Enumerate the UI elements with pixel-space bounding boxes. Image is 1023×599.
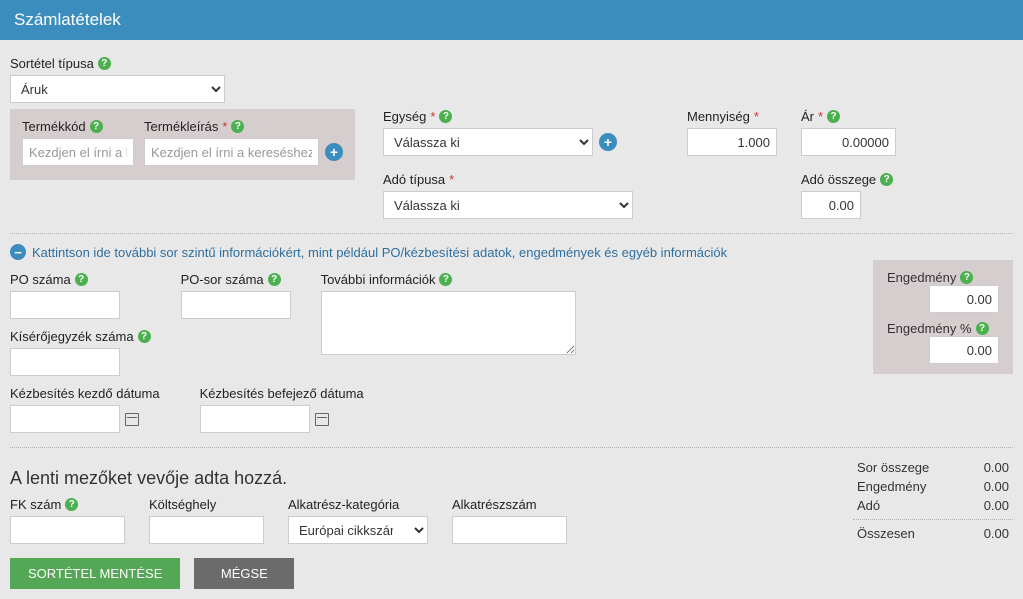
- delivery-end-label: Kézbesítés befejező dátuma: [200, 386, 364, 401]
- line-type-field: Sortétel típusa Áruk: [10, 56, 1013, 103]
- delivery-end-input[interactable]: [200, 405, 310, 433]
- tax-total-label: Adó: [857, 498, 880, 513]
- product-block: Termékkód Termékleírás*: [10, 109, 355, 180]
- delivery-start-input[interactable]: [10, 405, 120, 433]
- dispatch-label: Kísérőjegyzék száma: [10, 329, 134, 344]
- unit-label: Egység: [383, 109, 426, 124]
- discount-total-label: Engedmény: [857, 479, 926, 494]
- line-total-value: 0.00: [984, 460, 1009, 475]
- help-icon[interactable]: [75, 273, 88, 286]
- product-desc-input[interactable]: [144, 138, 319, 166]
- help-icon[interactable]: [960, 271, 973, 284]
- dispatch-input[interactable]: [10, 348, 120, 376]
- tax-total-value: 0.00: [984, 498, 1009, 513]
- help-icon[interactable]: [65, 498, 78, 511]
- line-type-select[interactable]: Áruk: [10, 75, 225, 103]
- po-number-input[interactable]: [10, 291, 120, 319]
- line-type-label: Sortétel típusa: [10, 56, 94, 71]
- price-input[interactable]: [801, 128, 896, 156]
- cost-center-label: Költséghely: [149, 497, 216, 512]
- add-product-button[interactable]: [325, 143, 343, 161]
- help-icon[interactable]: [231, 120, 244, 133]
- cancel-button[interactable]: MÉGSE: [194, 558, 294, 589]
- discount-block: Engedmény Engedmény %: [873, 260, 1013, 374]
- help-icon[interactable]: [880, 173, 893, 186]
- part-number-input[interactable]: [452, 516, 567, 544]
- help-icon[interactable]: [827, 110, 840, 123]
- help-icon[interactable]: [976, 322, 989, 335]
- delivery-start-label: Kézbesítés kezdő dátuma: [10, 386, 160, 401]
- help-icon[interactable]: [268, 273, 281, 286]
- tax-type-label: Adó típusa: [383, 172, 445, 187]
- fk-number-label: FK szám: [10, 497, 61, 512]
- qty-label: Mennyiség: [687, 109, 750, 124]
- separator: [10, 447, 1013, 448]
- po-line-label: PO-sor száma: [181, 272, 264, 287]
- part-category-select[interactable]: Európai cikkszám: [288, 516, 428, 544]
- more-info-label: További információk: [321, 272, 436, 287]
- calendar-icon[interactable]: [124, 411, 140, 427]
- add-unit-button[interactable]: [599, 133, 617, 151]
- help-icon[interactable]: [439, 273, 452, 286]
- grand-total-value: 0.00: [984, 526, 1009, 541]
- calendar-icon[interactable]: [314, 411, 330, 427]
- discount-total-value: 0.00: [984, 479, 1009, 494]
- product-code-input[interactable]: [22, 138, 134, 166]
- po-line-input[interactable]: [181, 291, 291, 319]
- discount-percent-input[interactable]: [929, 336, 999, 364]
- price-label: Ár: [801, 109, 814, 124]
- cost-center-input[interactable]: [149, 516, 264, 544]
- po-number-label: PO száma: [10, 272, 71, 287]
- unit-select[interactable]: Válassza ki: [383, 128, 593, 156]
- help-icon[interactable]: [98, 57, 111, 70]
- toggle-expand[interactable]: Kattintson ide további sor szintű inform…: [10, 244, 1013, 260]
- tax-amount-label: Adó összege: [801, 172, 876, 187]
- help-icon[interactable]: [439, 110, 452, 123]
- fk-number-input[interactable]: [10, 516, 125, 544]
- minus-icon: [10, 244, 26, 260]
- tax-type-select[interactable]: Válassza ki: [383, 191, 633, 219]
- product-desc-label: Termékleírás: [144, 119, 218, 134]
- save-button[interactable]: SORTÉTEL MENTÉSE: [10, 558, 180, 589]
- panel-body: Sortétel típusa Áruk Termékkód: [0, 40, 1023, 599]
- help-icon[interactable]: [138, 330, 151, 343]
- grand-total-label: Összesen: [857, 526, 915, 541]
- help-icon[interactable]: [90, 120, 103, 133]
- line-total-label: Sor összege: [857, 460, 929, 475]
- invoice-items-panel: Számlatételek Sortétel típusa Áruk Termé…: [0, 0, 1023, 599]
- totals-block: Sor összege 0.00 Engedmény 0.00 Adó 0.00…: [853, 458, 1013, 543]
- qty-input[interactable]: [687, 128, 777, 156]
- more-info-textarea[interactable]: [321, 291, 576, 355]
- product-code-label: Termékkód: [22, 119, 86, 134]
- part-number-label: Alkatrészszám: [452, 497, 537, 512]
- discount-percent-label: Engedmény %: [887, 321, 972, 336]
- discount-amount-input[interactable]: [929, 285, 999, 313]
- tax-amount-input[interactable]: [801, 191, 861, 219]
- separator: [10, 233, 1013, 234]
- part-category-label: Alkatrész-kategória: [288, 497, 399, 512]
- top-row: Termékkód Termékleírás*: [10, 103, 1013, 219]
- panel-title: Számlatételek: [0, 0, 1023, 40]
- toggle-text: Kattintson ide további sor szintű inform…: [32, 245, 727, 260]
- discount-amount-label: Engedmény: [887, 270, 956, 285]
- buyer-heading: A lenti mezőket vevője adta hozzá.: [10, 468, 853, 489]
